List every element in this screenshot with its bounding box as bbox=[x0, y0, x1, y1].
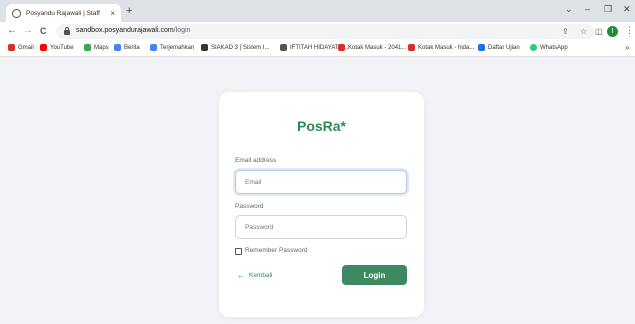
minimize-button[interactable]: – bbox=[585, 4, 590, 14]
more-bookmarks-icon[interactable]: » bbox=[625, 43, 629, 52]
bookmark-youtube[interactable]: YouTube bbox=[40, 44, 74, 51]
translate-icon bbox=[150, 44, 157, 51]
new-tab-button[interactable]: + bbox=[126, 5, 132, 17]
reload-button[interactable]: C bbox=[40, 25, 47, 37]
back-button[interactable]: ← bbox=[7, 25, 17, 37]
bookmark-whatsapp[interactable]: WhatsApp bbox=[530, 44, 568, 51]
address-bar[interactable]: sandbox.posyandurajawali.com/login ⇪ ☆ bbox=[56, 24, 594, 39]
site-icon bbox=[280, 44, 287, 51]
news-icon bbox=[114, 44, 121, 51]
whatsapp-icon bbox=[530, 44, 537, 51]
bookmark-translate[interactable]: Terjemahkan bbox=[150, 44, 194, 51]
bookmarks-bar: Gmail YouTube Maps Berita Terjemahkan SI… bbox=[0, 41, 635, 57]
tab-search-icon[interactable]: ⌄ bbox=[565, 4, 573, 15]
remember-label[interactable]: Remember Password bbox=[245, 247, 308, 254]
tab-close-icon[interactable]: × bbox=[110, 9, 115, 18]
close-window-button[interactable]: ✕ bbox=[623, 4, 631, 15]
remember-checkbox[interactable] bbox=[235, 248, 242, 255]
bookmark-gmail[interactable]: Gmail bbox=[8, 44, 34, 51]
browser-tab[interactable]: Posyandu Rajawali | Staff × bbox=[6, 4, 121, 22]
login-card: PosRa* Email address Password Remember P… bbox=[219, 92, 424, 317]
browser-menu-icon[interactable]: ⋮ bbox=[625, 25, 634, 36]
maps-icon bbox=[84, 44, 91, 51]
bookmark-mail-1[interactable]: Kotak Masuk - 2041... bbox=[338, 44, 406, 51]
back-link-label: Kembali bbox=[249, 272, 273, 279]
exam-icon bbox=[478, 44, 485, 51]
restore-button[interactable]: ❐ bbox=[604, 4, 612, 15]
bookmark-berita[interactable]: Berita bbox=[114, 44, 140, 51]
brand-title: PosRa* bbox=[296, 118, 347, 134]
youtube-icon bbox=[40, 44, 47, 51]
site-favicon-icon bbox=[12, 8, 21, 18]
password-label: Password bbox=[235, 203, 264, 210]
profile-avatar[interactable]: I bbox=[607, 26, 618, 37]
back-link[interactable]: ← Kembali bbox=[237, 271, 272, 280]
siakad-icon bbox=[201, 44, 208, 51]
tab-title: Posyandu Rajawali | Staff bbox=[26, 9, 100, 17]
bookmark-daftar-ujian[interactable]: Daftar Ujian bbox=[478, 44, 520, 51]
bookmark-siakad[interactable]: SIAKAD 3 | Sistem I... bbox=[201, 44, 270, 51]
gmail-icon bbox=[408, 44, 415, 51]
email-label: Email address bbox=[235, 157, 277, 164]
bookmark-mail-2[interactable]: Kotak Masuk - hida... bbox=[408, 44, 474, 51]
toolbar: ← → C sandbox.posyandurajawali.com/login… bbox=[0, 22, 635, 41]
url-text: sandbox.posyandurajawali.com/login bbox=[76, 27, 191, 34]
lock-icon[interactable] bbox=[64, 27, 70, 35]
share-icon[interactable]: ⇪ bbox=[562, 27, 569, 36]
forward-button[interactable]: → bbox=[23, 25, 33, 37]
password-field[interactable] bbox=[235, 215, 407, 239]
gmail-icon bbox=[8, 44, 15, 51]
bookmark-maps[interactable]: Maps bbox=[84, 44, 109, 51]
login-button[interactable]: Login bbox=[342, 265, 407, 285]
arrow-left-icon: ← bbox=[237, 271, 245, 280]
bookmark-star-icon[interactable]: ☆ bbox=[580, 27, 587, 36]
side-panel-icon[interactable]: ◫ bbox=[595, 27, 603, 36]
tab-strip: Posyandu Rajawali | Staff × + ⌄ – ❐ ✕ bbox=[0, 0, 635, 22]
gmail-icon bbox=[338, 44, 345, 51]
email-field[interactable] bbox=[235, 170, 407, 194]
